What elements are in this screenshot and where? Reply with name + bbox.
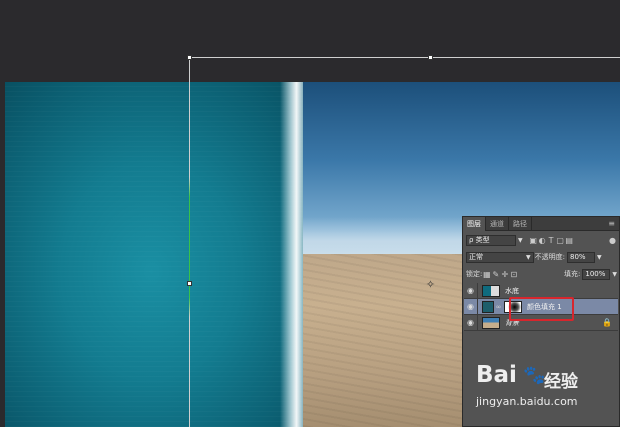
lock-image-pixels-icon[interactable]: ✎ <box>491 270 500 279</box>
visibility-eye-icon[interactable]: ◉ <box>464 298 478 315</box>
filter-kind-select[interactable]: ρ 类型 <box>466 234 516 246</box>
transform-handle-left-middle[interactable] <box>187 281 192 286</box>
fill-dropdown-icon[interactable]: ▼ <box>612 271 617 278</box>
paw-icon: 🐾 <box>523 365 546 386</box>
blend-opacity-row: 正常 ▼ 不透明度: 80% ▼ <box>466 251 617 263</box>
watermark-logo-text: Bai <box>476 362 517 388</box>
visibility-eye-icon[interactable]: ◉ <box>464 314 478 331</box>
transform-handle-top-middle[interactable] <box>428 55 433 60</box>
tab-paths[interactable]: 路径 <box>509 216 532 231</box>
move-cursor-icon: ✧ <box>425 278 436 291</box>
filter-type-icon[interactable]: T <box>547 236 556 245</box>
chevron-down-icon[interactable]: ▼ <box>526 254 531 261</box>
fill-color-thumbnail <box>482 300 494 313</box>
opacity-input[interactable]: 80% <box>566 251 595 263</box>
filter-toggle-icon[interactable]: ● <box>608 236 617 245</box>
ocean-layer-image <box>5 82 310 427</box>
layer-filter-row: ρ 类型 ▼ ▣ ◐ T ▢ ▤ ● <box>466 234 617 246</box>
filter-shape-icon[interactable]: ▢ <box>556 236 565 245</box>
annotation-highlight-box <box>509 297 574 321</box>
transform-bounding-box-left <box>189 57 190 427</box>
filter-pixel-icon[interactable]: ▣ <box>529 236 538 245</box>
tab-channels[interactable]: 通道 <box>486 216 509 231</box>
lock-fill-row: 锁定: ▦ ✎ ✛ ⊡ 填充: 100% ▼ <box>466 268 617 280</box>
lock-transparent-pixels-icon[interactable]: ▦ <box>482 270 491 279</box>
transform-bounding-box-top <box>189 57 620 58</box>
filter-smart-object-icon[interactable]: ▤ <box>565 236 574 245</box>
lock-all-icon[interactable]: ⊡ <box>509 270 518 279</box>
baidu-jingyan-watermark: Bai 🐾 经验 jingyan.baidu.com <box>476 362 620 422</box>
opacity-label: 不透明度: <box>534 253 565 261</box>
fill-input[interactable]: 100% <box>582 268 611 280</box>
watermark-service-name: 经验 <box>544 372 578 392</box>
photoshop-workspace: ✧ 图层 通道 路径 ≡ ρ 类型 ▼ ▣ ◐ T ▢ ▤ ● 正常 ▼ 不透明… <box>0 0 620 427</box>
blend-mode-select[interactable]: 正常 <box>466 251 534 263</box>
lock-label: 锁定: <box>466 270 483 278</box>
layer-thumbnail <box>482 284 500 297</box>
tab-layers[interactable]: 图层 <box>463 216 486 231</box>
transform-handle-top-left[interactable] <box>187 55 192 60</box>
lock-position-icon[interactable]: ✛ <box>500 270 509 279</box>
filter-adjustment-icon[interactable]: ◐ <box>538 236 547 245</box>
layer-thumbnail <box>482 316 500 329</box>
panel-tab-bar: 图层 通道 路径 ≡ <box>463 216 619 231</box>
chevron-down-icon[interactable]: ▼ <box>518 237 523 244</box>
panel-menu-icon[interactable]: ≡ <box>608 219 619 228</box>
lock-icon: 🔒 <box>602 318 612 327</box>
opacity-dropdown-icon[interactable]: ▼ <box>597 254 602 261</box>
fill-label: 填充: <box>564 270 581 278</box>
layer-name: 水底 <box>505 286 519 295</box>
watermark-url: jingyan.baidu.com <box>476 395 578 408</box>
mask-link-icon[interactable]: ∞ <box>494 303 503 311</box>
visibility-eye-icon[interactable]: ◉ <box>464 282 478 299</box>
